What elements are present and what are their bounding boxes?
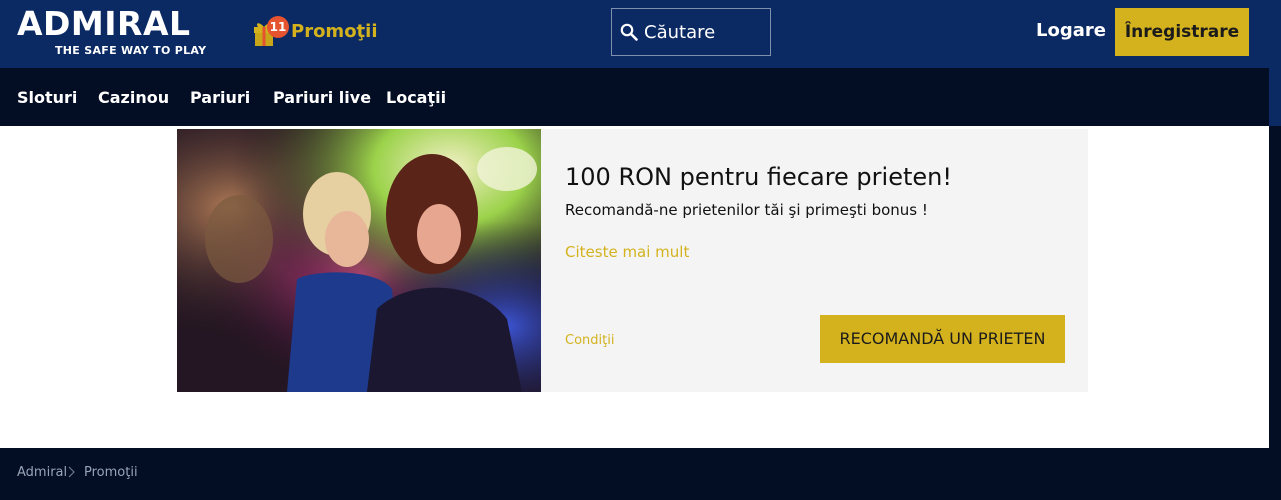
promotions-count-badge: 11 <box>267 16 289 38</box>
search-icon[interactable] <box>620 23 638 41</box>
scrollbar-thumb[interactable] <box>1269 126 1281 448</box>
promo-subtitle: Recomandă-ne prietenilor tăi şi primeşti… <box>565 201 928 219</box>
promo-image-party[interactable] <box>177 129 541 392</box>
register-button[interactable]: Înregistrare <box>1115 8 1249 56</box>
login-link[interactable]: Logare <box>1036 20 1106 41</box>
admiral-logo[interactable]: ADMIRAL THE SAFE WAY TO PLAY <box>17 5 227 63</box>
logo-tagline: THE SAFE WAY TO PLAY <box>55 44 207 57</box>
party-photo <box>177 129 541 392</box>
chevron-right-icon <box>68 466 75 478</box>
promotions-label: Promoţii <box>291 21 378 42</box>
breadcrumb-item-promotii[interactable]: Promoţii <box>84 465 138 480</box>
promo-card: 100 RON pentru fiecare prieten! Recomand… <box>177 129 1088 392</box>
nav-item-cazinou[interactable]: Cazinou <box>98 88 169 107</box>
search-box[interactable] <box>611 8 771 56</box>
promo-title: 100 RON pentru fiecare prieten! <box>565 163 952 191</box>
read-more-link[interactable]: Citeste mai mult <box>565 243 689 261</box>
breadcrumb-item-admiral[interactable]: Admiral <box>17 465 67 480</box>
scrollbar-track-top <box>1269 0 1281 126</box>
nav-item-pariuri-live[interactable]: Pariuri live <box>273 88 371 107</box>
search-input[interactable] <box>644 9 766 55</box>
nav-item-locatii[interactable]: Locaţii <box>386 88 446 107</box>
main-nav: Sloturi Cazinou Pariuri Pariuri live Loc… <box>0 68 1269 126</box>
nav-item-sloturi[interactable]: Sloturi <box>17 88 77 107</box>
conditions-link[interactable]: Condiţii <box>565 333 614 348</box>
logo-wordmark: ADMIRAL <box>17 4 191 43</box>
nav-item-pariuri[interactable]: Pariuri <box>190 88 250 107</box>
breadcrumb: Admiral Promoţii <box>0 448 1269 500</box>
page-scrollbar[interactable] <box>1269 0 1281 500</box>
scrollbar-track-bottom <box>1269 448 1281 500</box>
recommend-friend-button[interactable]: RECOMANDĂ UN PRIETEN <box>820 315 1065 363</box>
top-header: ADMIRAL THE SAFE WAY TO PLAY 11 Promoţii… <box>0 0 1269 68</box>
